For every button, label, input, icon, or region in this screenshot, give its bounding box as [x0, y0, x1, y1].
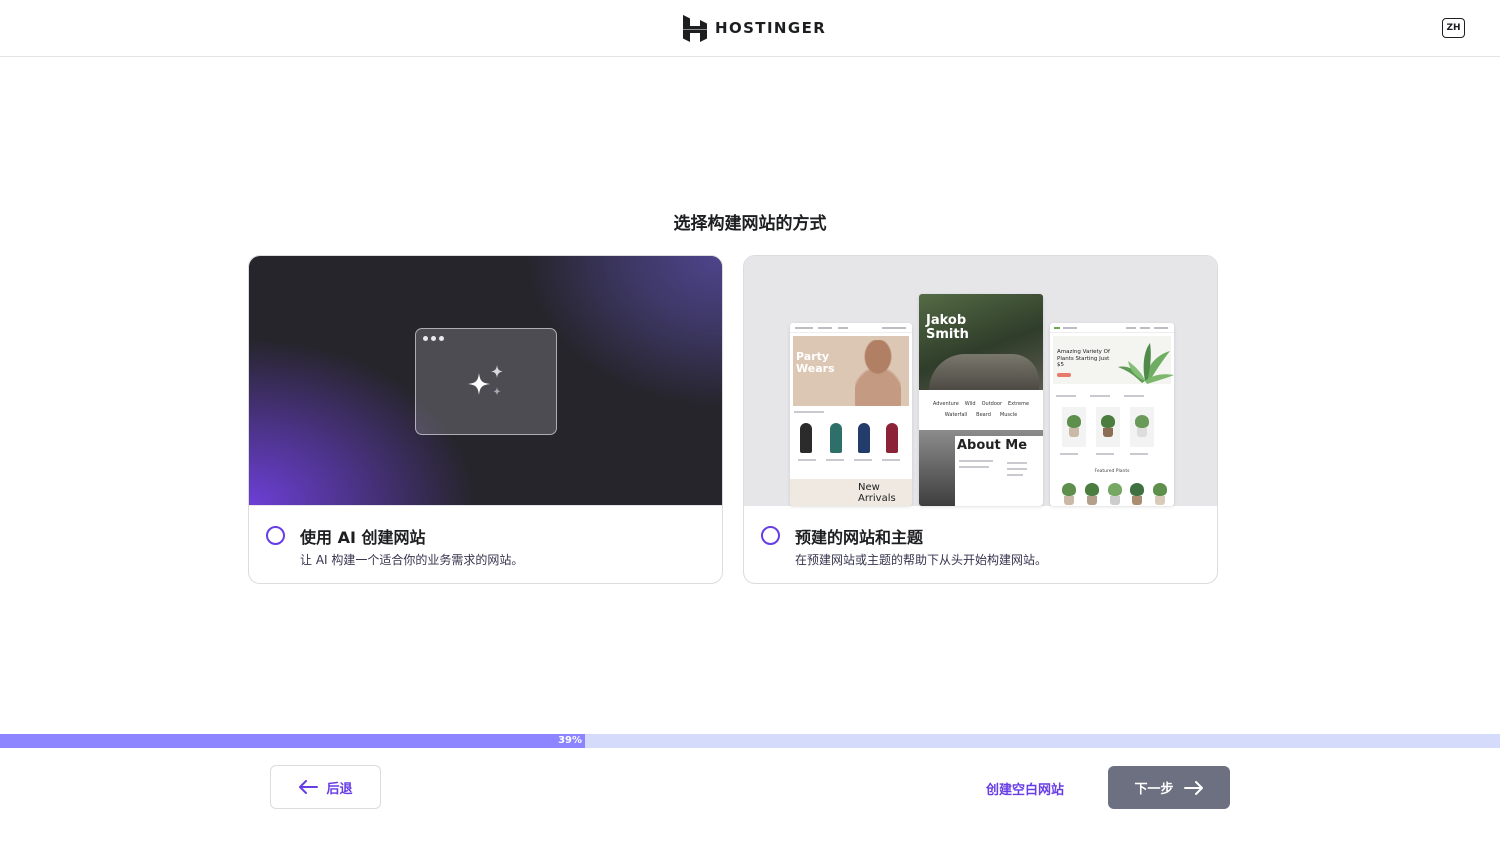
- progress-bar: 39%: [0, 734, 1500, 748]
- top-header: HOSTINGER ZH: [0, 0, 1500, 57]
- mock-category: Adventure: [932, 401, 959, 407]
- ai-illustration: [249, 256, 722, 506]
- mock-text-line: [1090, 395, 1110, 397]
- mock-text-line: [1130, 453, 1148, 455]
- mock-banner-text: New: [858, 482, 880, 493]
- template-preview-plants: Amazing Variety Of Plants Starting Just …: [1050, 323, 1174, 506]
- brand-name: HOSTINGER: [715, 19, 827, 37]
- option-title-ai: 使用 AI 创建网站: [300, 528, 426, 547]
- option-description-templates: 在预建网站或主题的帮助下从头开始构建网站。: [795, 553, 1048, 567]
- browser-window-icon: [415, 328, 557, 435]
- mock-category: Extreme: [1008, 401, 1030, 407]
- mock-headline: Amazing Variety Of Plants Starting Just …: [1057, 349, 1110, 368]
- next-button[interactable]: 下一步: [1108, 766, 1230, 809]
- mock-category-row: Adventure Wild Outdoor Extreme: [919, 401, 1043, 407]
- brand[interactable]: HOSTINGER: [683, 14, 826, 42]
- mock-text-line: [854, 459, 872, 461]
- template-preview-fashion: Party Wears New Arrivals: [790, 323, 912, 506]
- mock-text-line: [1007, 468, 1027, 470]
- sparkle-icon: [468, 365, 503, 396]
- option-description-ai: 让 AI 构建一个适合你的业务需求的网站。: [300, 553, 524, 567]
- option-title-templates: 预建的网站和主题: [795, 528, 924, 547]
- back-button-label: 后退: [326, 781, 353, 797]
- next-button-label: 下一步: [1134, 782, 1174, 797]
- mock-text-line: [794, 411, 824, 413]
- create-blank-site-link[interactable]: 创建空白网站: [986, 779, 1064, 798]
- mock-banner-text: Arrivals: [858, 493, 896, 504]
- mock-navbar: [790, 323, 912, 333]
- page-title: 选择构建网站的方式: [673, 214, 827, 234]
- mock-category: Muscle: [999, 412, 1018, 418]
- mock-text-line: [1007, 462, 1027, 464]
- mock-text-line: [1096, 453, 1114, 455]
- mock-text-line: [1060, 453, 1078, 455]
- mock-product: [800, 423, 812, 453]
- mock-headline: Wears: [796, 362, 835, 375]
- mock-category: Waterfall: [944, 412, 968, 418]
- mock-text-line: [826, 459, 844, 461]
- mock-hero-rock: [929, 354, 1039, 390]
- mock-text-line: [959, 466, 989, 468]
- mock-section-title: About Me: [957, 438, 1028, 453]
- mock-cta: [1057, 373, 1071, 377]
- mock-text-line: [1056, 395, 1076, 397]
- hostinger-logo-icon: [683, 14, 707, 42]
- mock-product: [830, 423, 842, 453]
- progress-label: 39%: [558, 735, 582, 746]
- back-button[interactable]: 后退: [270, 765, 381, 809]
- mock-headline: Smith: [926, 327, 969, 342]
- templates-preview: Party Wears New Arrivals Jakob Smith Adv…: [744, 256, 1217, 506]
- mock-category: Beard: [976, 412, 991, 418]
- mock-product: [858, 423, 870, 453]
- arrow-left-icon: [299, 780, 319, 794]
- mock-text-line: [1007, 474, 1023, 476]
- template-preview-portfolio: Jakob Smith Adventure Wild Outdoor Extre…: [919, 294, 1043, 506]
- window-dots: [423, 336, 444, 341]
- mock-text-line: [798, 459, 816, 461]
- mock-text-line: [959, 460, 993, 462]
- mock-text-line: [1124, 395, 1144, 397]
- arrow-right-icon: [1183, 780, 1203, 795]
- mock-category-row: Waterfall Beard Muscle: [919, 412, 1043, 418]
- mock-navbar: [1050, 323, 1174, 333]
- mock-category: Outdoor: [981, 401, 1003, 407]
- option-card-templates[interactable]: Party Wears New Arrivals Jakob Smith Adv…: [743, 255, 1218, 584]
- mock-headline: Party: [796, 350, 830, 363]
- option-radio-ai[interactable]: [266, 526, 285, 545]
- option-radio-templates[interactable]: [761, 526, 780, 545]
- mock-product: [886, 423, 898, 453]
- mock-headline: Jakob: [926, 313, 967, 328]
- mock-product-row: [1060, 483, 1168, 505]
- language-switcher-button[interactable]: ZH: [1442, 18, 1465, 38]
- progress-bar-fill: 39%: [0, 734, 585, 748]
- mock-text-line: [882, 459, 900, 461]
- mock-product-row: [1062, 407, 1162, 453]
- succulent-icon: [1118, 343, 1174, 384]
- mock-category: Wild: [964, 401, 976, 407]
- option-card-ai[interactable]: 使用 AI 创建网站 让 AI 构建一个适合你的业务需求的网站。: [248, 255, 723, 584]
- mock-section-title: Featured Plants: [1094, 469, 1130, 474]
